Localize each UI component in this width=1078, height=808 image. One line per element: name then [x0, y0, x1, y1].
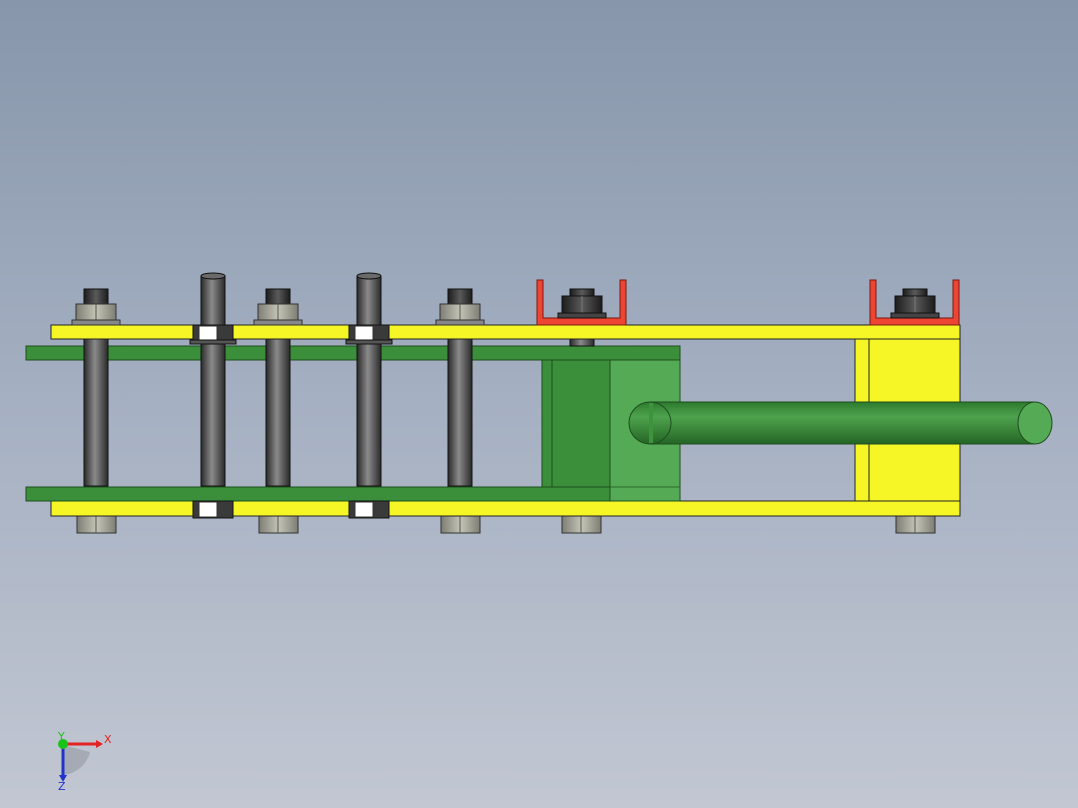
top-nuts — [71, 288, 485, 326]
top-green-plate — [25, 345, 681, 361]
studs — [83, 272, 595, 487]
top-nut-3 — [435, 288, 485, 326]
red-bracket-right — [869, 279, 960, 326]
red-bracket-left — [536, 279, 627, 326]
z-axis-label: Z — [58, 780, 66, 793]
bottom-yellow-plate — [50, 500, 961, 517]
orientation-triad[interactable]: X Y Z — [57, 730, 112, 793]
rod-end-face — [1017, 401, 1053, 445]
top-yellow-plate — [50, 324, 961, 340]
assembly-drawing: X Y Z — [25, 272, 1053, 793]
stud-2-long — [200, 275, 226, 487]
top-nut-1 — [71, 288, 121, 326]
stud-4-long — [356, 275, 382, 487]
green-rod — [628, 401, 1053, 445]
x-axis-label: X — [104, 733, 112, 746]
top-nut-2 — [253, 288, 303, 326]
y-axis-label: Y — [57, 730, 65, 743]
bottom-green-plate — [25, 486, 611, 502]
cad-viewport[interactable]: X Y Z — [0, 0, 1078, 808]
